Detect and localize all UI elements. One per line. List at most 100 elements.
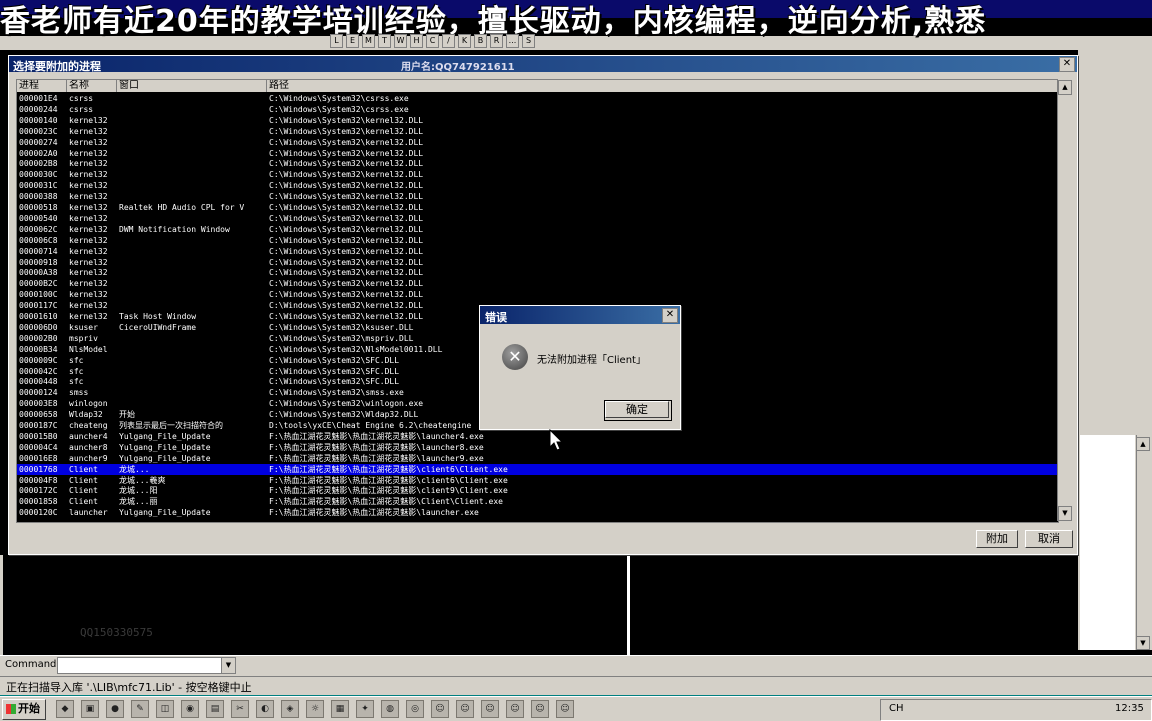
table-row[interactable]: 0000062C kernel32 DWM Notification Window C… (17, 224, 1058, 235)
table-row[interactable]: 0000023C kernel32 C:\Windows\System32\kern… (17, 126, 1058, 137)
toolbar-button[interactable]: T (378, 34, 391, 48)
process-list-header: 进程 名称 窗口 路径 (17, 80, 1058, 92)
quick-launch-icon[interactable]: ◈ (281, 700, 299, 718)
cell-pid: 00001768 (19, 464, 58, 474)
cell-pid: 00000A38 (19, 268, 58, 278)
cell-name: sfc (69, 355, 84, 365)
attach-button[interactable]: 附加 (976, 530, 1018, 548)
column-window[interactable]: 窗口 (117, 80, 267, 92)
table-row[interactable]: 000002B8 kernel32 C:\Windows\System32\kern… (17, 158, 1058, 169)
quick-launch-icon[interactable]: ◎ (406, 700, 424, 718)
table-row[interactable]: 000002A0 kernel32 C:\Windows\System32\kern… (17, 148, 1058, 159)
toolbar-button[interactable]: C (426, 34, 439, 48)
cell-path: C:\Windows\System32\kernel32.DLL (269, 246, 424, 256)
table-row[interactable]: 00000A38 kernel32 C:\Windows\System32\kern… (17, 267, 1058, 278)
table-row[interactable]: 000016E8 auncher9 Yulgang_File_Update F:\热血… (17, 453, 1058, 464)
scroll-down-icon[interactable]: ▼ (1136, 636, 1150, 650)
table-row[interactable]: 00000274 kernel32 C:\Windows\System32\kern… (17, 137, 1058, 148)
quick-launch-icon[interactable]: ◐ (256, 700, 274, 718)
quick-launch-icon[interactable]: ✂ (231, 700, 249, 718)
toolbar-button[interactable]: W (394, 34, 407, 48)
quick-launch-icon[interactable]: ● (106, 700, 124, 718)
quick-launch-icon[interactable]: ☺ (481, 700, 499, 718)
quick-launch-icon[interactable]: ✎ (131, 700, 149, 718)
cell-path: C:\Windows\System32\csrss.exe (269, 104, 409, 114)
column-path[interactable]: 路径 (267, 80, 1058, 92)
cell-window: CiceroUIWndFrame (119, 322, 197, 332)
table-row[interactable]: 00000540 kernel32 C:\Windows\System32\kern… (17, 213, 1058, 224)
table-row[interactable]: 000015B0 auncher4 Yulgang_File_Update F:\热血… (17, 431, 1058, 442)
toolbar-button[interactable]: E (346, 34, 359, 48)
table-row[interactable]: 00000918 kernel32 C:\Windows\System32\kern… (17, 257, 1058, 268)
process-list[interactable]: 进程 名称 窗口 路径 000001E4 csrss C:\Windows\Syst… (16, 79, 1059, 523)
table-row[interactable]: 00000714 kernel32 C:\Windows\System32\kern… (17, 246, 1058, 257)
table-row[interactable]: 00000388 kernel32 C:\Windows\System32\kern… (17, 191, 1058, 202)
quick-launch-icon[interactable]: ▤ (206, 700, 224, 718)
table-row[interactable]: 00001858 Client 龙城...丽 F:\热血江湖花灵魅影\热血江湖花灵魅影… (17, 496, 1058, 507)
table-row[interactable]: 0000100C kernel32 C:\Windows\System32\kern… (17, 289, 1058, 300)
cell-pid: 00000388 (19, 192, 58, 202)
process-list-scrollbar[interactable] (1057, 79, 1073, 521)
cancel-button[interactable]: 取消 (1025, 530, 1073, 548)
column-pid[interactable]: 进程 (17, 80, 67, 92)
toolbar-button[interactable]: ... (506, 34, 519, 48)
start-button[interactable]: 开始 (2, 699, 46, 720)
chevron-down-icon[interactable]: ▼ (221, 657, 236, 674)
table-row[interactable]: 000006C8 kernel32 C:\Windows\System32\kern… (17, 235, 1058, 246)
side-scrollbar[interactable] (1136, 435, 1151, 650)
table-row[interactable]: 000004C4 auncher8 Yulgang_File_Update F:\热血… (17, 442, 1058, 453)
toolbar-button[interactable]: K (458, 34, 471, 48)
quick-launch-icon[interactable]: ☺ (556, 700, 574, 718)
close-icon[interactable]: ✕ (662, 308, 678, 323)
table-row-selected[interactable]: 00001768 Client 龙城... F:\热血江湖花灵魅影\热血江湖花灵魅影\… (17, 463, 1058, 475)
quick-launch-icon[interactable]: ✦ (356, 700, 374, 718)
scroll-up-icon[interactable]: ▲ (1136, 437, 1150, 451)
table-row[interactable]: 000004F8 Client 龙城...羲爽 F:\热血江湖花灵魅影\热血江湖花灵魅… (17, 475, 1058, 486)
toolbar-button[interactable]: M (362, 34, 375, 48)
quick-launch-icon[interactable]: ◍ (381, 700, 399, 718)
column-name[interactable]: 名称 (67, 80, 117, 92)
table-row[interactable]: 00000244 csrss C:\Windows\System32\csrss.e… (17, 104, 1058, 115)
table-row[interactable]: 0000030C kernel32 C:\Windows\System32\kern… (17, 169, 1058, 180)
table-row[interactable]: 000001E4 csrss C:\Windows\System32\csrss.e… (17, 93, 1058, 104)
quick-launch-icon[interactable]: ☼ (306, 700, 324, 718)
quick-launch-icon[interactable]: ☺ (531, 700, 549, 718)
table-row[interactable]: 0000120C launcher Yulgang_File_Update F:\热血… (17, 507, 1058, 518)
quick-launch-icon[interactable]: ☺ (506, 700, 524, 718)
toolbar-button[interactable]: B (474, 34, 487, 48)
quick-launch-icon[interactable]: ▦ (331, 700, 349, 718)
table-row[interactable]: 00000B2C kernel32 C:\Windows\System32\kern… (17, 278, 1058, 289)
error-dialog-titlebar: 错误 ✕ (480, 306, 680, 324)
ok-button[interactable]: 确定 (605, 401, 669, 418)
scroll-up-icon[interactable]: ▲ (1058, 80, 1072, 95)
quick-launch-icon[interactable]: ☺ (431, 700, 449, 718)
cell-pid: 00000540 (19, 213, 58, 223)
close-icon[interactable]: ✕ (1059, 57, 1075, 72)
toolbar-button[interactable]: L (330, 34, 343, 48)
cell-window: Yulgang_File_Update (119, 453, 211, 463)
clock[interactable]: 12:35 (1115, 703, 1144, 714)
language-indicator[interactable]: CH (889, 703, 904, 714)
toolbar-button[interactable]: R (490, 34, 503, 48)
ok-button-frame[interactable]: 确定 (604, 400, 672, 421)
table-row[interactable]: 0000172C Client 龙城...阳 F:\热血江湖花灵魅影\热血江湖花灵魅影… (17, 485, 1058, 496)
toolbar-button[interactable]: H (410, 34, 423, 48)
quick-launch-icon[interactable]: ◫ (156, 700, 174, 718)
cell-window: 开始 (119, 410, 135, 420)
cell-pid: 0000042C (19, 366, 58, 376)
scroll-down-icon[interactable]: ▼ (1058, 506, 1072, 521)
table-row[interactable]: 00000518 kernel32 Realtek HD Audio CPL for… (17, 202, 1058, 213)
toolbar-button[interactable]: S (522, 34, 535, 48)
toolbar-button[interactable]: / (442, 34, 455, 48)
table-row[interactable]: 0000031C kernel32 C:\Windows\System32\kern… (17, 180, 1058, 191)
cell-name: sfc (69, 366, 84, 376)
command-input[interactable] (57, 657, 224, 674)
cell-pid: 00000124 (19, 388, 58, 398)
quick-launch-icon[interactable]: ◉ (181, 700, 199, 718)
cell-window: Realtek HD Audio CPL for V (119, 203, 245, 212)
quick-launch-icon[interactable]: ☺ (456, 700, 474, 718)
quick-launch-icon[interactable]: ◆ (56, 700, 74, 718)
table-row[interactable]: 00000140 kernel32 C:\Windows\System32\kern… (17, 115, 1058, 126)
quick-launch-icon[interactable]: ▣ (81, 700, 99, 718)
cell-pid: 000003E8 (19, 399, 58, 409)
